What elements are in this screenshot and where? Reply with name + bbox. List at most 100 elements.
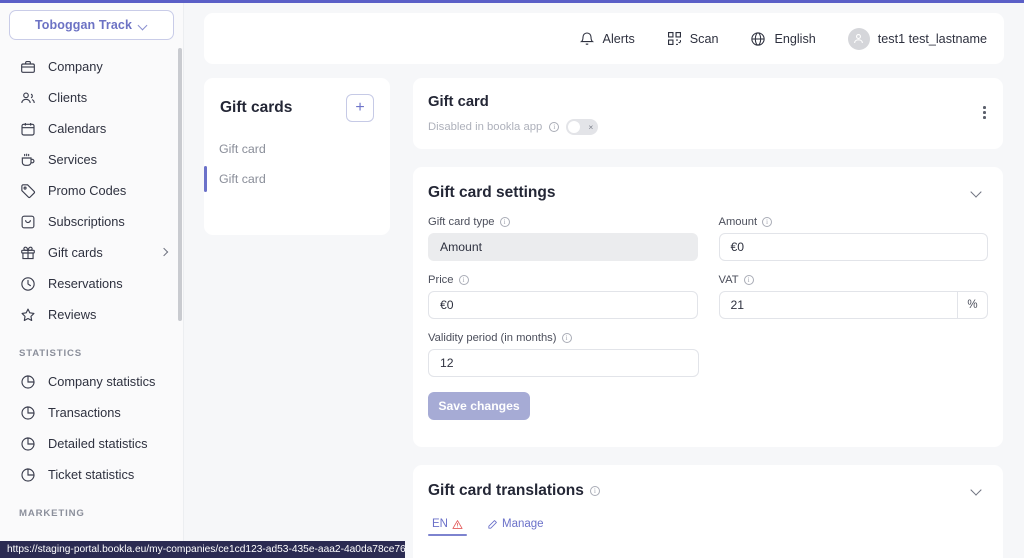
status-bar-url: https://staging-portal.bookla.eu/my-comp…: [0, 541, 405, 558]
company-selector[interactable]: Toboggan Track: [9, 10, 174, 40]
bag-icon: [19, 213, 36, 230]
settings-form: Gift card type i Amount Amount i €0 Pric…: [413, 216, 1003, 377]
sidebar-item-ticket-statistics[interactable]: Ticket statistics: [0, 459, 183, 490]
sidebar-item-label: Reviews: [48, 307, 97, 322]
list-item[interactable]: Gift card: [204, 134, 390, 164]
globe-icon: [750, 31, 766, 47]
sidebar-item-label: Detailed statistics: [48, 436, 148, 451]
chevron-down-icon: [139, 21, 148, 30]
field-amount: Amount i €0: [718, 216, 989, 261]
alerts-button[interactable]: Alerts: [579, 31, 635, 47]
tab-en[interactable]: EN: [428, 518, 467, 536]
info-icon[interactable]: i: [549, 122, 560, 132]
field-label-row: Amount i: [719, 216, 989, 228]
field-price: Price i €0: [428, 274, 698, 319]
pie-chart-icon: [19, 404, 36, 421]
validity-period-input[interactable]: 12: [428, 349, 699, 377]
user-avatar-icon: [847, 27, 870, 50]
bell-icon: [579, 31, 595, 47]
sidebar-item-label: Reservations: [48, 276, 123, 291]
gift-cards-list-body: Gift card Gift card: [204, 134, 390, 194]
scan-button[interactable]: Scan: [667, 31, 718, 46]
translations-header: Gift card translations i: [413, 465, 1003, 500]
sidebar-item-label: Company statistics: [48, 374, 156, 389]
info-icon[interactable]: i: [762, 217, 773, 227]
gift-card-settings-card: Gift card settings Gift card type i Amou…: [413, 167, 1003, 447]
sidebar-item-label: Calendars: [48, 121, 107, 136]
sidebar-item-label: Transactions: [48, 405, 121, 420]
sidebar-item-transactions[interactable]: Transactions: [0, 397, 183, 428]
list-item-label: Gift card: [219, 142, 266, 156]
field-vat: VAT i 21 %: [718, 274, 988, 319]
save-changes-button[interactable]: Save changes: [428, 392, 530, 420]
sidebar-item-label: Clients: [48, 90, 88, 105]
chevron-down-icon[interactable]: [971, 485, 983, 497]
settings-title: Gift card settings: [428, 184, 556, 201]
translations-title-wrap: Gift card translations i: [428, 482, 600, 500]
company-selector-label: Toboggan Track: [34, 18, 132, 32]
sidebar-item-label: Subscriptions: [48, 214, 125, 229]
gift-card-enable-toggle[interactable]: ×: [566, 119, 599, 135]
vat-percent-suffix: %: [957, 292, 987, 318]
amount-label: Amount: [718, 216, 758, 228]
sidebar-nav: Company Clients Calendars Services Promo…: [0, 51, 183, 519]
field-label-row: Gift card type i: [428, 216, 698, 228]
sidebar-section-statistics: STATISTICS: [19, 348, 83, 359]
sidebar-item-promo-codes[interactable]: Promo Codes: [0, 175, 183, 206]
price-label: Price: [428, 274, 454, 286]
sidebar-item-label: Ticket statistics: [48, 467, 135, 482]
sidebar-item-clients[interactable]: Clients: [0, 82, 183, 113]
sidebar-section-marketing: MARKETING: [19, 508, 85, 519]
star-icon: [19, 306, 36, 323]
settings-header: Gift card settings: [413, 167, 1003, 202]
language-selector[interactable]: English: [750, 31, 816, 47]
form-row: Price i €0 VAT i 21 %: [428, 274, 988, 319]
sidebar-item-calendars[interactable]: Calendars: [0, 113, 183, 144]
info-icon[interactable]: i: [499, 217, 510, 227]
form-row: Validity period (in months) i 12: [428, 332, 988, 377]
sidebar-item-company-statistics[interactable]: Company statistics: [0, 366, 183, 397]
tab-manage[interactable]: Manage: [487, 518, 544, 536]
amount-input[interactable]: €0: [718, 233, 988, 261]
field-validity-period: Validity period (in months) i 12: [428, 332, 699, 377]
gift-card-translations-card: Gift card translations i EN Manage: [413, 465, 1003, 558]
dot: [983, 111, 986, 114]
sidebar-item-company[interactable]: Company: [0, 51, 183, 82]
dot: [983, 106, 986, 109]
info-icon[interactable]: i: [589, 486, 600, 496]
sidebar-item-detailed-statistics[interactable]: Detailed statistics: [0, 428, 183, 459]
briefcase-icon: [19, 58, 36, 75]
tag-icon: [19, 182, 36, 199]
info-icon[interactable]: i: [743, 275, 754, 285]
alerts-label: Alerts: [602, 31, 635, 46]
chevron-down-icon[interactable]: [971, 187, 983, 199]
gift-card-status-label: Disabled in bookla app: [428, 121, 543, 133]
tab-manage-label: Manage: [501, 518, 544, 530]
chevron-right-icon: [161, 249, 169, 257]
vat-input-wrapper: 21 %: [718, 291, 988, 319]
gift-icon: [19, 244, 36, 261]
price-input[interactable]: €0: [428, 291, 698, 319]
info-icon[interactable]: i: [561, 333, 572, 343]
users-icon: [19, 89, 36, 106]
sidebar-scrollbar[interactable]: [178, 48, 182, 321]
info-icon[interactable]: i: [458, 275, 469, 285]
sidebar-item-gift-cards[interactable]: Gift cards: [0, 237, 183, 268]
user-menu[interactable]: test1 test_lastname: [847, 27, 987, 50]
sidebar-item-subscriptions[interactable]: Subscriptions: [0, 206, 183, 237]
vat-input[interactable]: 21: [720, 292, 958, 318]
translations-title: Gift card translations: [428, 482, 584, 499]
sidebar-item-services[interactable]: Services: [0, 144, 183, 175]
gift-card-type-input[interactable]: Amount: [428, 233, 698, 261]
warning-triangle-icon: [452, 519, 463, 530]
vat-label: VAT: [718, 274, 739, 286]
user-name-label: test1 test_lastname: [877, 31, 987, 46]
list-item[interactable]: Gift card: [204, 164, 390, 194]
sidebar-item-reservations[interactable]: Reservations: [0, 268, 183, 299]
gift-card-more-menu-button[interactable]: [983, 106, 986, 119]
add-gift-card-button[interactable]: +: [346, 94, 374, 122]
gift-cards-list-title: Gift cards: [220, 99, 293, 116]
list-item-label: Gift card: [219, 172, 266, 186]
coffee-cup-icon: [19, 151, 36, 168]
sidebar-item-reviews[interactable]: Reviews: [0, 299, 183, 330]
